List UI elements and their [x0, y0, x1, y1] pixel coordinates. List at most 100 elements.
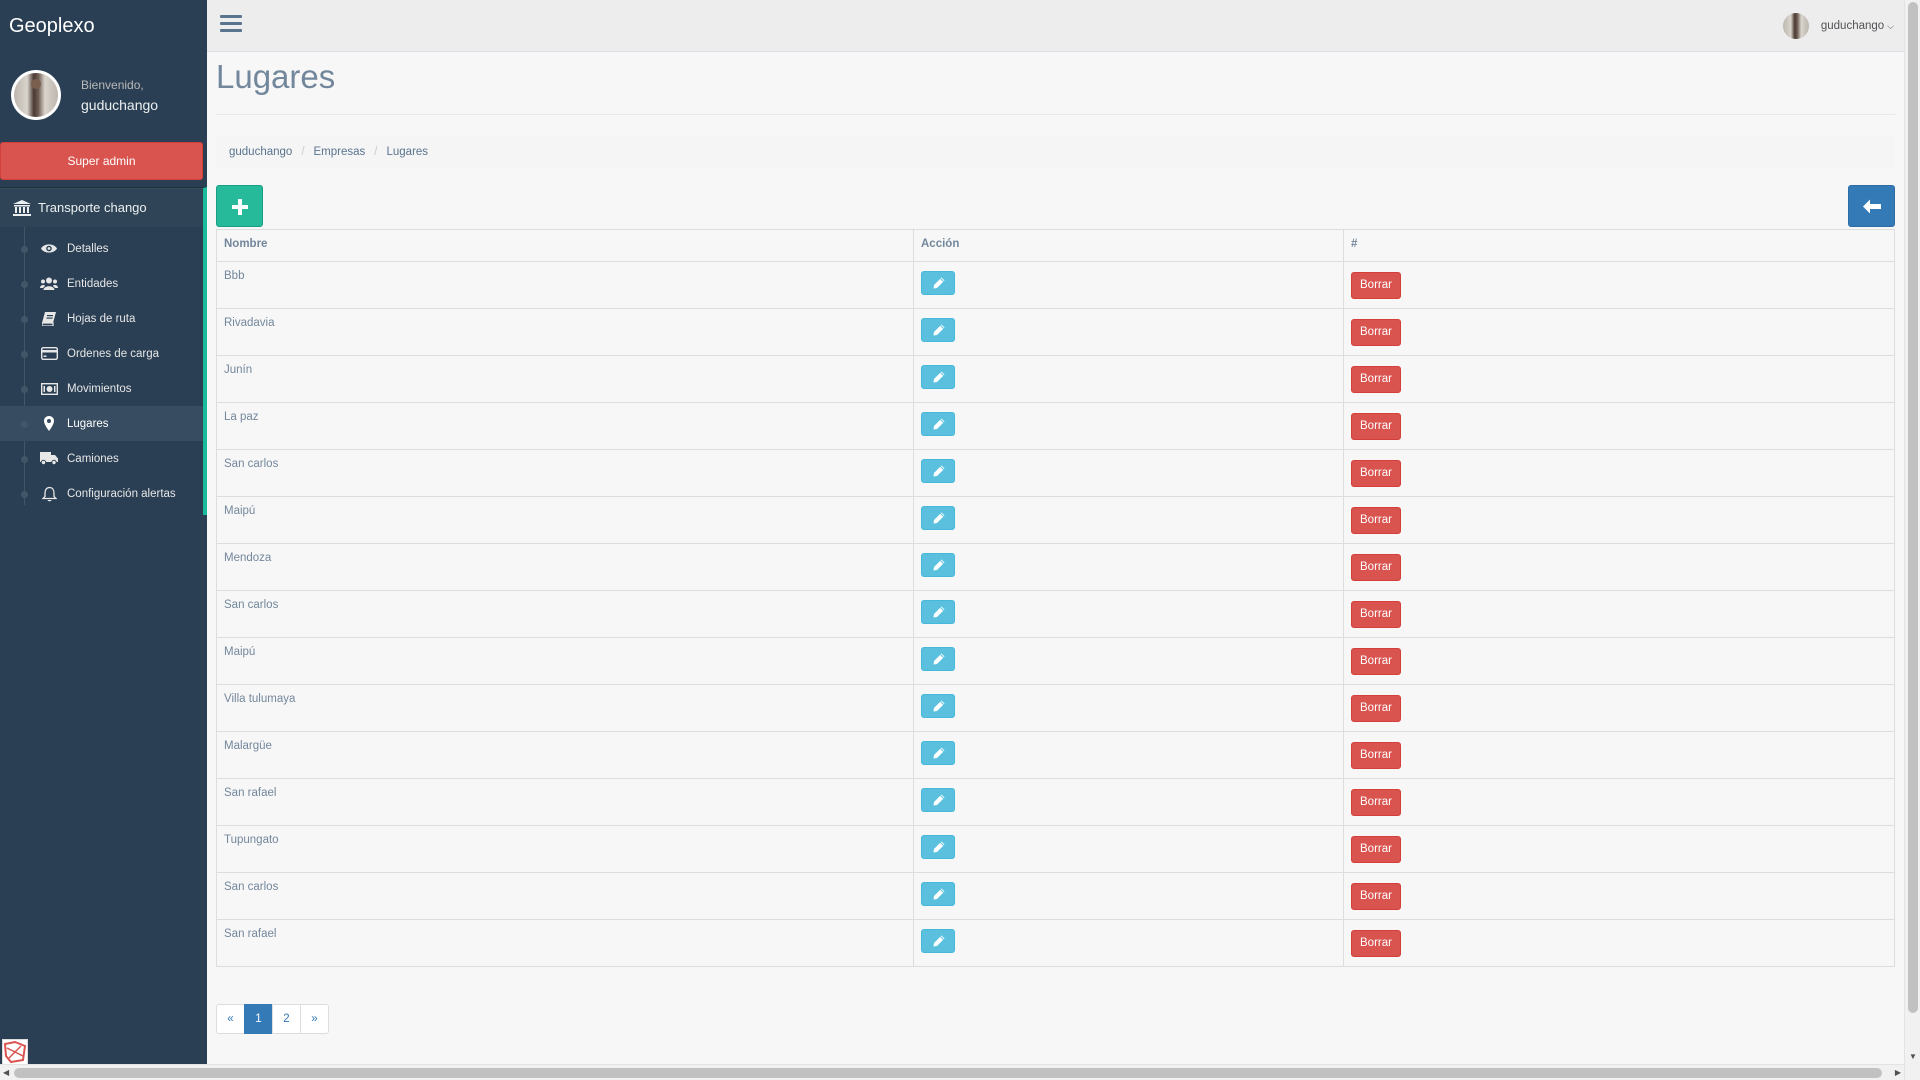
table-row: San rafael Borrar — [216, 778, 1895, 826]
column-header-hash[interactable]: # — [1343, 229, 1895, 262]
back-button[interactable] — [1848, 185, 1895, 227]
sidebar-item-label: Lugares — [67, 417, 109, 430]
delete-button[interactable]: Borrar — [1351, 319, 1401, 346]
horizontal-scrollbar-thumb[interactable] — [14, 1068, 1882, 1078]
pagination-page-1[interactable]: 1 — [244, 1004, 273, 1034]
edit-button[interactable] — [921, 694, 955, 718]
delete-cell: Borrar — [1343, 825, 1895, 873]
eye-icon — [40, 241, 58, 257]
pagination-next[interactable]: » — [300, 1004, 329, 1034]
delete-button[interactable]: Borrar — [1351, 366, 1401, 393]
table-row: Junín Borrar — [216, 355, 1895, 403]
edit-button[interactable] — [921, 553, 955, 577]
sidebar-item-label: Movimientos — [67, 382, 132, 395]
action-cell — [913, 449, 1344, 497]
user-menu-dropdown[interactable]: guduchango ⌵ — [1782, 13, 1894, 39]
pencil-icon — [933, 371, 945, 383]
pagination-page-2[interactable]: 2 — [272, 1004, 301, 1034]
sidebar-item-ordenes-de-carga[interactable]: Ordenes de carga — [0, 336, 203, 371]
sidebar-item-movimientos[interactable]: Movimientos — [0, 371, 203, 406]
delete-button[interactable]: Borrar — [1351, 883, 1401, 910]
pencil-icon — [933, 277, 945, 289]
delete-button[interactable]: Borrar — [1351, 695, 1401, 722]
edit-button[interactable] — [921, 506, 955, 530]
place-name-cell: Maipú — [216, 637, 914, 685]
sidebar-item-lugares[interactable]: Lugares — [0, 406, 203, 441]
delete-cell: Borrar — [1343, 308, 1895, 356]
main-content: Lugares guduchango / Empresas / Lugares … — [207, 52, 1904, 1056]
edit-button[interactable] — [921, 647, 955, 671]
delete-button[interactable]: Borrar — [1351, 460, 1401, 487]
sidebar-item-detalles[interactable]: Detalles — [0, 231, 203, 266]
super-admin-button[interactable]: Super admin — [0, 142, 203, 180]
delete-button[interactable]: Borrar — [1351, 836, 1401, 863]
delete-button[interactable]: Borrar — [1351, 789, 1401, 816]
place-name-cell: San rafael — [216, 778, 914, 826]
place-name-cell: Mendoza — [216, 543, 914, 591]
place-name-cell: Maipú — [216, 496, 914, 544]
sidebar-item-label: Entidades — [67, 277, 119, 290]
edit-button[interactable] — [921, 365, 955, 389]
delete-button[interactable]: Borrar — [1351, 742, 1401, 769]
pencil-icon — [933, 747, 945, 759]
sidebar-item-hojas-de-ruta[interactable]: Hojas de ruta — [0, 301, 203, 336]
delete-button[interactable]: Borrar — [1351, 272, 1401, 299]
edit-button[interactable] — [921, 882, 955, 906]
place-name-cell: Tupungato — [216, 825, 914, 873]
bell-icon — [40, 486, 58, 502]
scroll-left-arrow-icon[interactable]: ◀ — [3, 1068, 9, 1077]
table-row: San carlos Borrar — [216, 872, 1895, 920]
pagination: « 1 2 » — [216, 1004, 329, 1034]
scroll-right-arrow-icon[interactable]: ▶ — [1895, 1068, 1901, 1077]
breadcrumb-link[interactable]: guduchango — [229, 146, 292, 158]
scroll-down-arrow-icon[interactable]: ▼ — [1909, 1052, 1917, 1061]
action-cell — [913, 355, 1344, 403]
edit-button[interactable] — [921, 271, 955, 295]
action-cell — [913, 590, 1344, 638]
map-marker-icon — [40, 416, 58, 432]
delete-button[interactable]: Borrar — [1351, 413, 1401, 440]
breadcrumb-link[interactable]: Empresas — [314, 146, 366, 158]
profile-avatar — [11, 70, 61, 120]
edit-button[interactable] — [921, 412, 955, 436]
delete-cell: Borrar — [1343, 731, 1895, 779]
column-header-nombre[interactable]: Nombre — [216, 229, 914, 262]
sidebar-item-camiones[interactable]: Camiones — [0, 441, 203, 476]
breadcrumb-separator: / — [301, 146, 305, 158]
brand-title[interactable]: Geoplexo — [0, 0, 207, 52]
edit-button[interactable] — [921, 929, 955, 953]
table-row: Rivadavia Borrar — [216, 308, 1895, 356]
welcome-text: Bienvenido, — [81, 77, 144, 92]
sidebar-item-configuracion-alertas[interactable]: Configuración alertas — [0, 476, 203, 511]
edit-button[interactable] — [921, 835, 955, 859]
delete-cell: Borrar — [1343, 684, 1895, 732]
table-row: San carlos Borrar — [216, 590, 1895, 638]
delete-button[interactable]: Borrar — [1351, 930, 1401, 957]
action-cell — [913, 872, 1344, 920]
pencil-icon — [933, 794, 945, 806]
action-cell — [913, 308, 1344, 356]
delete-button[interactable]: Borrar — [1351, 554, 1401, 581]
edit-button[interactable] — [921, 459, 955, 483]
vertical-scrollbar-thumb[interactable] — [1908, 2, 1918, 1013]
delete-button[interactable]: Borrar — [1351, 507, 1401, 534]
column-header-accion[interactable]: Acción — [913, 229, 1344, 262]
sidebar-item-entidades[interactable]: Entidades — [0, 266, 203, 301]
delete-cell: Borrar — [1343, 778, 1895, 826]
delete-cell: Borrar — [1343, 402, 1895, 450]
horizontal-scrollbar[interactable]: ◀ ▶ — [0, 1064, 1904, 1080]
add-place-button[interactable] — [216, 185, 263, 227]
delete-button[interactable]: Borrar — [1351, 648, 1401, 675]
delete-button[interactable]: Borrar — [1351, 601, 1401, 628]
vertical-scrollbar[interactable]: ▼ — [1904, 0, 1920, 1080]
action-cell — [913, 637, 1344, 685]
pencil-icon — [933, 512, 945, 524]
edit-button[interactable] — [921, 788, 955, 812]
pagination-prev[interactable]: « — [216, 1004, 245, 1034]
sidebar-item-company[interactable]: Transporte chango — [0, 187, 207, 227]
edit-button[interactable] — [921, 318, 955, 342]
edit-button[interactable] — [921, 600, 955, 624]
edit-button[interactable] — [921, 741, 955, 765]
hamburger-menu-icon[interactable] — [220, 15, 242, 35]
pencil-icon — [933, 606, 945, 618]
